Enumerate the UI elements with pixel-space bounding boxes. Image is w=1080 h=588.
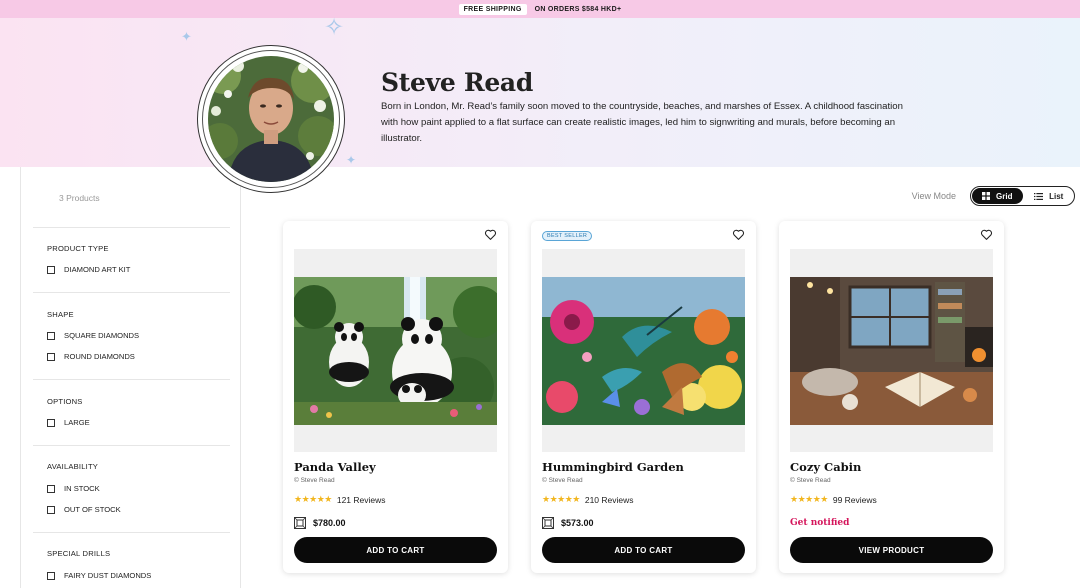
- heart-icon[interactable]: [484, 228, 497, 241]
- filter-title-special-drills: SPECIAL DRILLS: [47, 549, 111, 558]
- star-rating-icon: ★★★★★: [294, 494, 332, 504]
- view-mode-toggle: Grid List: [970, 186, 1075, 206]
- list-view-button[interactable]: List: [1024, 187, 1075, 205]
- free-shipping-label: FREE SHIPPING: [458, 3, 527, 15]
- star-rating-icon: ★★★★★: [542, 494, 580, 504]
- sparkle-icon: ✧: [324, 14, 345, 41]
- checkbox[interactable]: [47, 331, 55, 340]
- checkbox[interactable]: [47, 352, 55, 361]
- price-value: $573.00: [561, 518, 594, 528]
- list-icon: [1034, 192, 1044, 200]
- star-rating-icon: ★★★★★: [790, 494, 828, 504]
- get-notified-link[interactable]: Get notified: [790, 518, 849, 528]
- filter-option-label: IN STOCK: [64, 484, 100, 493]
- artist-bio: Born in London, Mr. Read’s family soon m…: [381, 101, 903, 145]
- grid-view-button[interactable]: Grid: [972, 188, 1023, 204]
- checkbox[interactable]: [47, 418, 55, 427]
- product-rating: ★★★★★ 210 Reviews: [542, 494, 634, 505]
- grid-view-label: Grid: [996, 191, 1013, 201]
- product-artist: © Steve Read: [790, 477, 831, 484]
- best-seller-badge: BEST SELLER: [542, 231, 593, 241]
- filter-option-round-diamonds[interactable]: ROUND DIAMONDS: [47, 352, 135, 361]
- filter-divider: [33, 379, 230, 380]
- product-card[interactable]: Cozy Cabin © Steve Read ★★★★★ 99 Reviews…: [779, 221, 1004, 573]
- review-count[interactable]: 121 Reviews: [337, 495, 386, 505]
- filter-divider: [33, 227, 230, 228]
- view-product-button[interactable]: VIEW PRODUCT: [790, 537, 993, 563]
- filter-option-label: OUT OF STOCK: [64, 505, 121, 514]
- filter-option-label: SQUARE DIAMONDS: [64, 331, 140, 340]
- heart-icon[interactable]: [980, 228, 993, 241]
- view-mode-label: View Mode: [911, 191, 956, 201]
- list-view-label: List: [1049, 191, 1064, 201]
- product-title[interactable]: Cozy Cabin: [790, 460, 861, 474]
- filter-option-label: ROUND DIAMONDS: [64, 352, 135, 361]
- product-price: $573.00: [542, 517, 594, 529]
- artist-portrait-frame: [197, 45, 345, 193]
- view-mode-control: View Mode Grid List: [912, 186, 1075, 206]
- checkbox[interactable]: [47, 571, 55, 580]
- product-artist: © Steve Read: [294, 477, 335, 484]
- filter-title-options: OPTIONS: [47, 397, 83, 406]
- review-count[interactable]: 99 Reviews: [833, 495, 877, 505]
- filter-divider: [33, 445, 230, 446]
- artist-portrait: [208, 56, 334, 182]
- product-title[interactable]: Panda Valley: [294, 460, 376, 474]
- filter-title-product-type: PRODUCT TYPE: [47, 244, 109, 253]
- filter-divider: [33, 532, 230, 533]
- filter-option-label: LARGE: [64, 418, 90, 427]
- filter-title-availability: AVAILABILITY: [47, 462, 99, 471]
- price-value: $780.00: [313, 518, 346, 528]
- sparkle-icon: ✦: [181, 29, 192, 44]
- product-rating: ★★★★★ 99 Reviews: [790, 494, 877, 505]
- artist-hero: ✦ ✧ ✦ Steve Read Born in London, Mr. Rea…: [0, 14, 1080, 193]
- product-card[interactable]: BEST SELLER Hummingbird Garden © Steve R…: [531, 221, 756, 573]
- product-image[interactable]: [542, 249, 745, 452]
- product-rating: ★★★★★ 121 Reviews: [294, 494, 386, 505]
- product-artist: © Steve Read: [542, 477, 583, 484]
- review-count[interactable]: 210 Reviews: [585, 495, 634, 505]
- checkbox[interactable]: [47, 484, 55, 493]
- filter-title-shape: SHAPE: [47, 310, 74, 319]
- shipping-threshold-text: ON ORDERS $584 HKD+: [534, 5, 622, 13]
- product-count: 3 Products: [59, 193, 100, 203]
- add-to-cart-button[interactable]: ADD TO CART: [542, 537, 745, 563]
- frame-icon: [542, 517, 554, 529]
- heart-icon[interactable]: [732, 228, 745, 241]
- filter-option-label: DIAMOND ART KIT: [64, 265, 131, 274]
- announcement-bar: FREE SHIPPING ON ORDERS $584 HKD+: [0, 0, 1080, 18]
- product-image[interactable]: [790, 249, 993, 452]
- filter-option-diamond-art-kit[interactable]: DIAMOND ART KIT: [47, 265, 130, 274]
- filter-option-in-stock[interactable]: IN STOCK: [47, 484, 100, 493]
- filter-option-fairy-dust-diamonds[interactable]: FAIRY DUST DIAMONDS: [47, 571, 151, 580]
- frame-icon: [294, 517, 306, 529]
- filter-divider: [33, 292, 230, 293]
- sparkle-icon: ✦: [346, 153, 357, 167]
- product-card[interactable]: Panda Valley © Steve Read ★★★★★ 121 Revi…: [283, 221, 508, 573]
- add-to-cart-button[interactable]: ADD TO CART: [294, 537, 497, 563]
- filter-option-square-diamonds[interactable]: SQUARE DIAMONDS: [47, 331, 139, 340]
- product-image[interactable]: [294, 249, 497, 452]
- checkbox[interactable]: [47, 265, 55, 274]
- artist-name: Steve Read: [381, 68, 534, 97]
- product-title[interactable]: Hummingbird Garden: [542, 460, 684, 474]
- checkbox[interactable]: [47, 505, 55, 514]
- filter-option-label: FAIRY DUST DIAMONDS: [64, 571, 152, 580]
- filter-sidebar: 3 Products PRODUCT TYPE DIAMOND ART KIT …: [20, 167, 241, 588]
- product-price: $780.00: [294, 517, 346, 529]
- grid-icon: [982, 192, 991, 200]
- filter-option-large[interactable]: LARGE: [47, 418, 90, 427]
- filter-option-out-of-stock[interactable]: OUT OF STOCK: [47, 505, 121, 514]
